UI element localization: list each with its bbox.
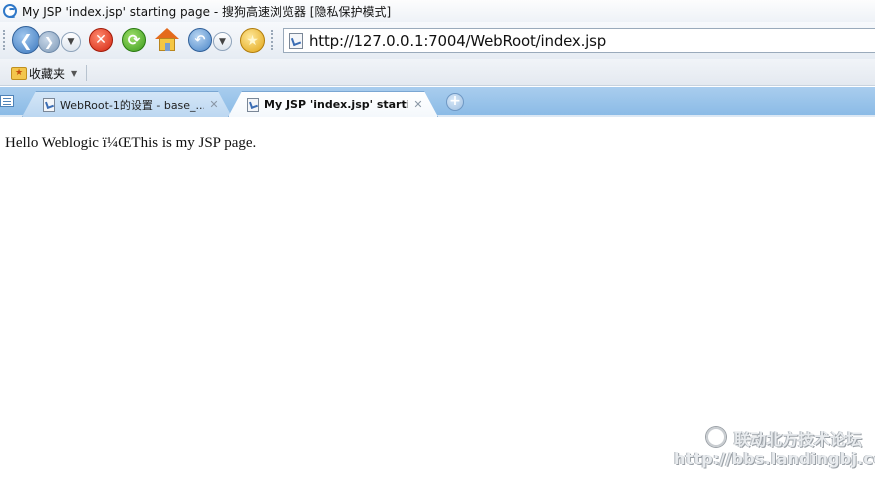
toolbar-grip[interactable] — [271, 30, 273, 50]
page-icon — [247, 98, 259, 112]
watermark-title: 联动北方技术论坛 — [734, 430, 863, 449]
favorites-bar: ★ 收藏夹 ▼ — [0, 59, 875, 86]
tab-close-button[interactable]: ✕ — [208, 98, 220, 111]
undo-dropdown-button[interactable]: ▼ — [213, 32, 232, 51]
page-body-text: Hello Weblogic ï¼ŒThis is my JSP page. — [5, 135, 257, 151]
favorites-menu-button[interactable]: ★ 收藏夹 ▼ — [11, 64, 77, 82]
window-titlebar: My JSP 'index.jsp' starting page - 搜狗高速浏… — [0, 0, 875, 22]
forward-button[interactable]: ❯ — [38, 31, 60, 53]
chevron-down-icon: ▼ — [71, 68, 78, 78]
home-button[interactable] — [154, 27, 180, 53]
watermark-url: http://bbs.landingbj.com — [674, 449, 875, 468]
address-bar[interactable]: http://127.0.0.1:7004/WebRoot/index.jsp — [283, 28, 875, 53]
page-icon — [43, 98, 55, 112]
sogou-browser-logo-icon — [3, 4, 17, 18]
toolbar-grip[interactable] — [3, 30, 5, 50]
undo-close-tab-button[interactable]: ↶ — [188, 28, 212, 52]
page-icon — [289, 32, 303, 49]
favorites-folder-icon: ★ — [11, 66, 27, 80]
tab-list-icon[interactable] — [0, 95, 14, 107]
favorite-star-button[interactable]: ★ — [240, 28, 265, 53]
address-input[interactable]: http://127.0.0.1:7004/WebRoot/index.jsp — [309, 32, 606, 50]
watermark: 联动北方技术论坛 http://bbs.landingbj.com — [672, 425, 875, 470]
tab-index-jsp[interactable]: My JSP 'index.jsp' starti... ✕ — [228, 91, 438, 117]
stop-button[interactable]: ✕ — [89, 28, 113, 52]
tab-strip: WebRoot-1的设置 - base_... ✕ My JSP 'index.… — [0, 87, 875, 117]
tab-close-button[interactable]: ✕ — [412, 98, 424, 111]
tab-webroot-settings[interactable]: WebRoot-1的设置 - base_... ✕ — [22, 91, 232, 117]
refresh-button[interactable]: ⟳ — [122, 28, 146, 52]
back-button[interactable]: ❮ — [12, 26, 40, 54]
favorites-label: 收藏夹 — [29, 66, 66, 81]
history-dropdown-button[interactable]: ▼ — [61, 32, 81, 52]
window-title: My JSP 'index.jsp' starting page - 搜狗高速浏… — [22, 4, 392, 19]
tab-label: My JSP 'index.jsp' starti... — [264, 98, 408, 111]
tab-label: WebRoot-1的设置 - base_... — [60, 98, 204, 112]
separator — [86, 65, 87, 81]
navigation-toolbar: ❮ ❯ ▼ ✕ ⟳ ↶ ▼ ★ http://127.0.0.1:7004/We… — [0, 22, 875, 59]
forum-logo-icon — [706, 427, 726, 447]
new-tab-button[interactable]: + — [446, 93, 464, 111]
